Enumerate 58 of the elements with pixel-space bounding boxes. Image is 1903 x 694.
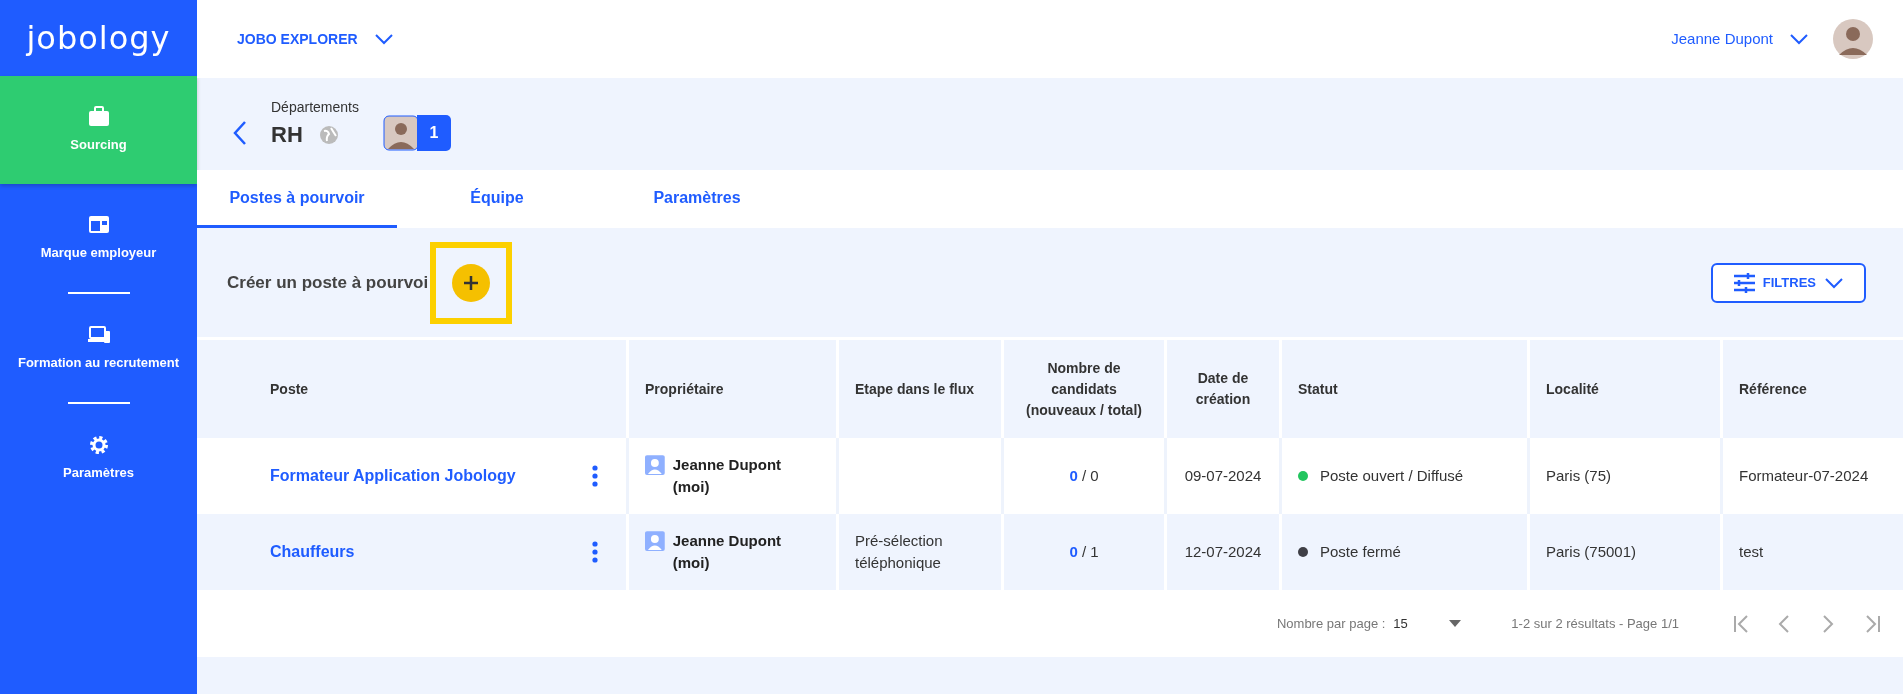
total-count: / 0 — [1081, 466, 1099, 484]
user-icon — [645, 454, 665, 475]
location-text: Paris (75001) — [1546, 542, 1637, 560]
date-text: 09-07-2024 — [1184, 466, 1262, 484]
per-page-label: Nombre par page : — [1276, 614, 1386, 633]
tab[interactable]: Postes à pourvoir — [197, 170, 397, 228]
back-icon — [233, 120, 247, 146]
reference-text: test — [1739, 542, 1764, 560]
plus-icon — [463, 274, 480, 291]
sidebar-item[interactable]: Paramètres — [0, 404, 197, 512]
per-page-select[interactable]: 15 — [1393, 613, 1462, 634]
results-summary: 1-2 sur 2 résultats - Page 1/1 — [1511, 614, 1679, 633]
add-button[interactable] — [452, 263, 491, 302]
sidebar-item[interactable]: Formation au recrutement — [0, 294, 197, 402]
status-text: Poste ouvert / Diffusé — [1320, 466, 1464, 484]
owner-name: Jeanne Dupont (moi) — [672, 454, 783, 497]
kebab-icon — [592, 541, 598, 563]
column-header: Localité — [1527, 337, 1720, 438]
chevron-down-icon — [1789, 33, 1809, 45]
job-title-link[interactable]: Chauffeurs — [270, 540, 355, 564]
owner-name: Jeanne Dupont (moi) — [672, 530, 783, 573]
avatar-icon — [1833, 19, 1873, 59]
filter-button[interactable]: FILTRES — [1710, 262, 1866, 303]
tab[interactable]: Équipe — [397, 170, 597, 228]
last-page-icon — [1865, 613, 1881, 634]
first-page-icon — [1733, 613, 1749, 634]
stage-text: Pré-sélection téléphonique — [855, 531, 943, 571]
department-name: RH — [271, 121, 303, 149]
caret-down-icon — [1449, 620, 1462, 627]
sliders-icon — [1732, 272, 1755, 293]
reference-text: Formateur-07-2024 — [1739, 466, 1869, 484]
sidebar-item[interactable]: Marque employeur — [0, 184, 197, 292]
column-header: Référence — [1720, 337, 1903, 438]
total-count: / 1 — [1081, 542, 1099, 560]
date-text: 12-07-2024 — [1184, 542, 1262, 560]
column-header: Date de création — [1164, 337, 1279, 438]
logo: jobology — [25, 18, 172, 59]
location-text: Paris (75) — [1546, 466, 1612, 484]
back-button[interactable] — [233, 120, 247, 146]
product-menu[interactable]: JOBO EXPLORER — [237, 28, 394, 50]
chevron-down-icon — [1824, 276, 1844, 289]
member-avatar-icon — [382, 115, 419, 151]
status-text: Poste fermé — [1320, 542, 1401, 560]
new-count: 0 — [1069, 466, 1078, 484]
column-header: Etape dans le flux — [836, 337, 1001, 438]
job-title-link[interactable]: Formateur Application Jobology — [270, 464, 516, 488]
member-count: 1 — [416, 115, 451, 151]
column-header: Propriétaire — [626, 337, 836, 438]
column-header: Statut — [1279, 337, 1527, 438]
column-header: Nombre de candidats (nouveaux / total) — [1001, 337, 1164, 438]
create-label: Créer un poste à pourvoi — [227, 271, 429, 294]
tab[interactable]: Paramètres — [597, 170, 797, 228]
user-menu[interactable]: Jeanne Dupont — [1671, 27, 1809, 51]
department-caption: Départements — [271, 98, 359, 117]
user-icon — [645, 530, 665, 551]
kebab-icon — [592, 465, 598, 487]
new-count: 0 — [1069, 542, 1078, 560]
chevron-down-icon — [373, 33, 394, 45]
